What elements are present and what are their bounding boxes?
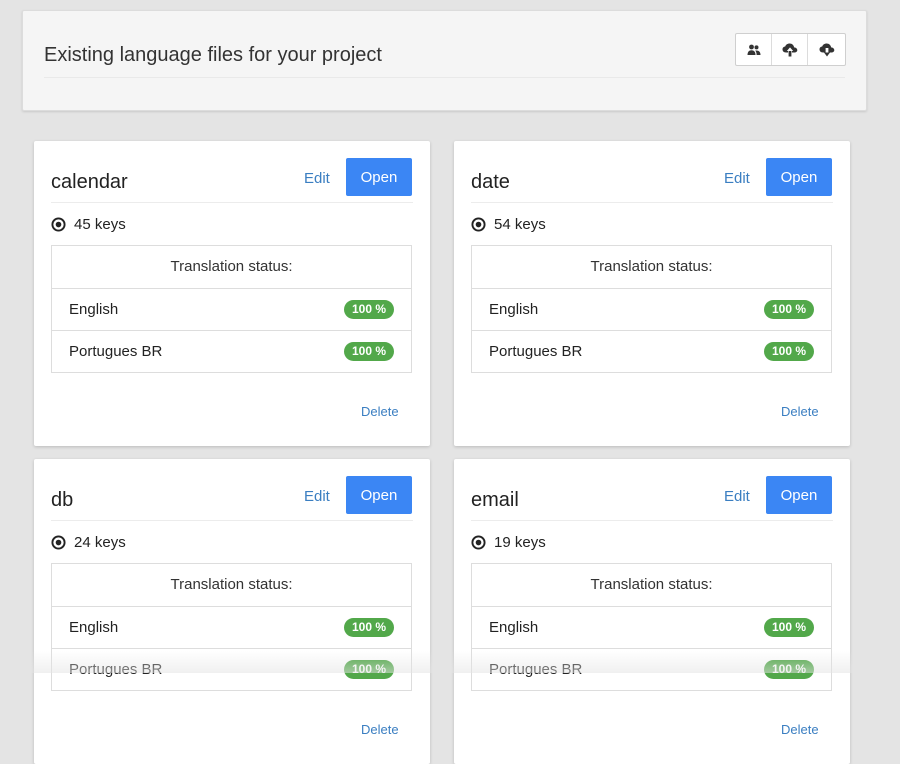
language-row: Portugues BR 100 % xyxy=(52,331,411,372)
card-divider xyxy=(51,202,413,203)
percent-badge: 100 % xyxy=(343,618,394,637)
radio-target-icon xyxy=(51,535,66,550)
language-row: Portugues BR 100 % xyxy=(52,649,411,690)
download-button[interactable] xyxy=(808,34,845,65)
status-header: Translation status: xyxy=(472,246,831,289)
percent-badge: 100 % xyxy=(763,300,814,319)
language-name: English xyxy=(69,301,119,318)
cloud-download-icon xyxy=(819,43,834,56)
file-name: date xyxy=(471,171,510,193)
keys-label: 19 keys xyxy=(494,534,546,551)
percent-badge: 100 % xyxy=(763,342,814,361)
file-name: calendar xyxy=(51,171,128,193)
language-file-card: db Edit Open 24 keys Translation status:… xyxy=(34,459,430,764)
translation-status-table: Translation status: English 100 % Portug… xyxy=(471,563,832,691)
card-divider xyxy=(471,202,833,203)
header-panel: Existing language files for your project xyxy=(22,10,867,111)
file-name: db xyxy=(51,489,74,511)
keys-count: 54 keys xyxy=(471,216,546,233)
language-row: English 100 % xyxy=(472,289,831,331)
edit-link[interactable]: Edit xyxy=(304,488,330,505)
open-button[interactable]: Open xyxy=(766,476,832,514)
keys-count: 45 keys xyxy=(51,216,126,233)
keys-label: 24 keys xyxy=(74,534,126,551)
language-name: Portugues BR xyxy=(489,661,583,678)
language-name: Portugues BR xyxy=(69,661,163,678)
open-button[interactable]: Open xyxy=(346,476,412,514)
status-header: Translation status: xyxy=(52,246,411,289)
percent-badge: 100 % xyxy=(343,660,394,679)
radio-target-icon xyxy=(471,535,486,550)
cloud-upload-icon xyxy=(782,43,797,56)
keys-label: 54 keys xyxy=(494,216,546,233)
percent-badge: 100 % xyxy=(343,300,394,319)
language-name: Portugues BR xyxy=(69,343,163,360)
language-row: Portugues BR 100 % xyxy=(472,331,831,372)
language-file-card: date Edit Open 54 keys Translation statu… xyxy=(454,141,850,446)
percent-badge: 100 % xyxy=(763,618,814,637)
percent-badge: 100 % xyxy=(343,342,394,361)
language-row: Portugues BR 100 % xyxy=(472,649,831,690)
status-header: Translation status: xyxy=(472,564,831,607)
page-title: Existing language files for your project xyxy=(44,44,382,66)
delete-link[interactable]: Delete xyxy=(361,404,399,419)
edit-link[interactable]: Edit xyxy=(724,170,750,187)
radio-target-icon xyxy=(471,217,486,232)
language-row: English 100 % xyxy=(472,607,831,649)
keys-count: 19 keys xyxy=(471,534,546,551)
delete-link[interactable]: Delete xyxy=(781,722,819,737)
translation-status-table: Translation status: English 100 % Portug… xyxy=(51,245,412,373)
status-header: Translation status: xyxy=(52,564,411,607)
radio-target-icon xyxy=(51,217,66,232)
delete-link[interactable]: Delete xyxy=(781,404,819,419)
header-toolbar xyxy=(735,33,846,66)
language-name: Portugues BR xyxy=(489,343,583,360)
translation-status-table: Translation status: English 100 % Portug… xyxy=(471,245,832,373)
language-name: English xyxy=(489,619,539,636)
file-name: email xyxy=(471,489,519,511)
header-divider xyxy=(44,77,845,78)
language-file-card: calendar Edit Open 45 keys Translation s… xyxy=(34,141,430,446)
open-button[interactable]: Open xyxy=(766,158,832,196)
percent-badge: 100 % xyxy=(763,660,814,679)
delete-link[interactable]: Delete xyxy=(361,722,399,737)
card-divider xyxy=(51,520,413,521)
language-row: English 100 % xyxy=(52,607,411,649)
language-file-card: email Edit Open 19 keys Translation stat… xyxy=(454,459,850,764)
keys-label: 45 keys xyxy=(74,216,126,233)
translation-status-table: Translation status: English 100 % Portug… xyxy=(51,563,412,691)
open-button[interactable]: Open xyxy=(346,158,412,196)
language-row: English 100 % xyxy=(52,289,411,331)
upload-button[interactable] xyxy=(772,34,808,65)
users-button[interactable] xyxy=(736,34,772,65)
card-divider xyxy=(471,520,833,521)
edit-link[interactable]: Edit xyxy=(304,170,330,187)
keys-count: 24 keys xyxy=(51,534,126,551)
edit-link[interactable]: Edit xyxy=(724,488,750,505)
language-name: English xyxy=(69,619,119,636)
language-name: English xyxy=(489,301,539,318)
users-icon xyxy=(747,44,760,55)
